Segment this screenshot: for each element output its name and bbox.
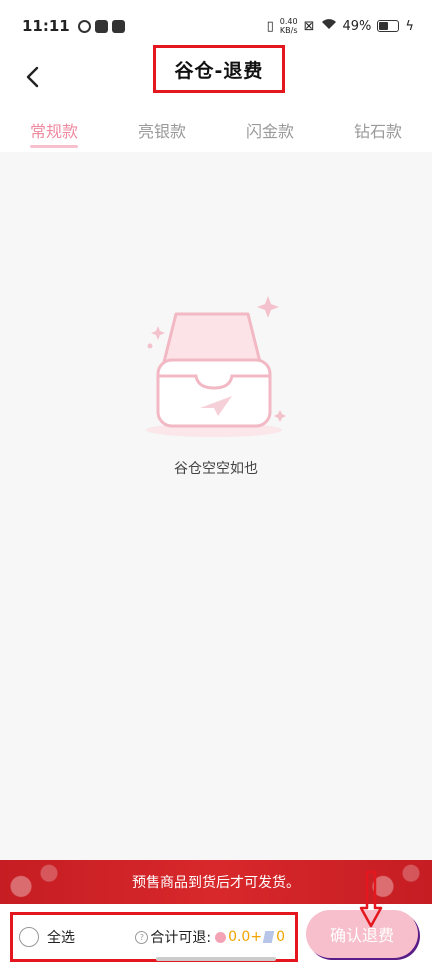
charging-icon: ϟ xyxy=(405,18,414,34)
message-icon xyxy=(94,19,108,33)
battery-percent: 49% xyxy=(342,18,372,34)
home-indicator xyxy=(156,957,276,961)
battery-icon xyxy=(377,20,400,32)
notification-icons xyxy=(77,19,125,33)
back-button[interactable] xyxy=(16,60,50,94)
total-label: 合计可退: xyxy=(150,930,212,946)
refund-total: ? 合计可退: 0.0+ 0 xyxy=(135,927,285,947)
sim-icon: ⊠ xyxy=(303,18,315,34)
vibrate-icon: ▯ xyxy=(266,18,274,34)
tab-silver[interactable]: 亮银款 xyxy=(138,100,186,152)
net-speed: 0.40 KB/s xyxy=(280,17,298,35)
help-icon[interactable]: ? xyxy=(135,930,149,944)
empty-state-illustration xyxy=(136,292,296,442)
net-speed-value: 0.40 xyxy=(279,17,298,26)
coin-icon xyxy=(215,931,227,943)
tiktok-icon xyxy=(111,19,125,33)
tab-regular[interactable]: 常规款 xyxy=(30,100,79,152)
nav-bar: 谷仓-退费 xyxy=(0,45,432,100)
page-title: 谷仓-退费 xyxy=(153,45,285,93)
select-all-label[interactable]: 全选 xyxy=(47,927,75,947)
annotation-arrow-icon xyxy=(359,870,383,928)
sync-icon xyxy=(77,19,91,33)
chevron-left-icon xyxy=(26,66,39,88)
status-right: ▯ 0.40 KB/s ⊠ 49% ϟ xyxy=(267,17,414,35)
status-time: 11:11 xyxy=(22,17,70,35)
net-speed-unit: KB/s xyxy=(279,26,298,35)
wifi-icon xyxy=(321,18,337,34)
tab-diamond[interactable]: 钻石款 xyxy=(354,100,402,152)
gem-amount: 0 xyxy=(276,929,285,945)
tab-gold[interactable]: 闪金款 xyxy=(246,100,294,152)
coin-amount: 0.0+ xyxy=(228,929,263,945)
tab-bar: 常规款 亮银款 闪金款 钻石款 xyxy=(0,100,432,152)
select-all-area: 全选 ? 合计可退: 0.0+ 0 xyxy=(10,912,298,962)
empty-state-text: 谷仓空空如也 xyxy=(174,461,258,477)
empty-box-icon xyxy=(146,296,286,437)
select-all-radio[interactable] xyxy=(19,927,39,947)
gem-icon xyxy=(262,931,275,943)
